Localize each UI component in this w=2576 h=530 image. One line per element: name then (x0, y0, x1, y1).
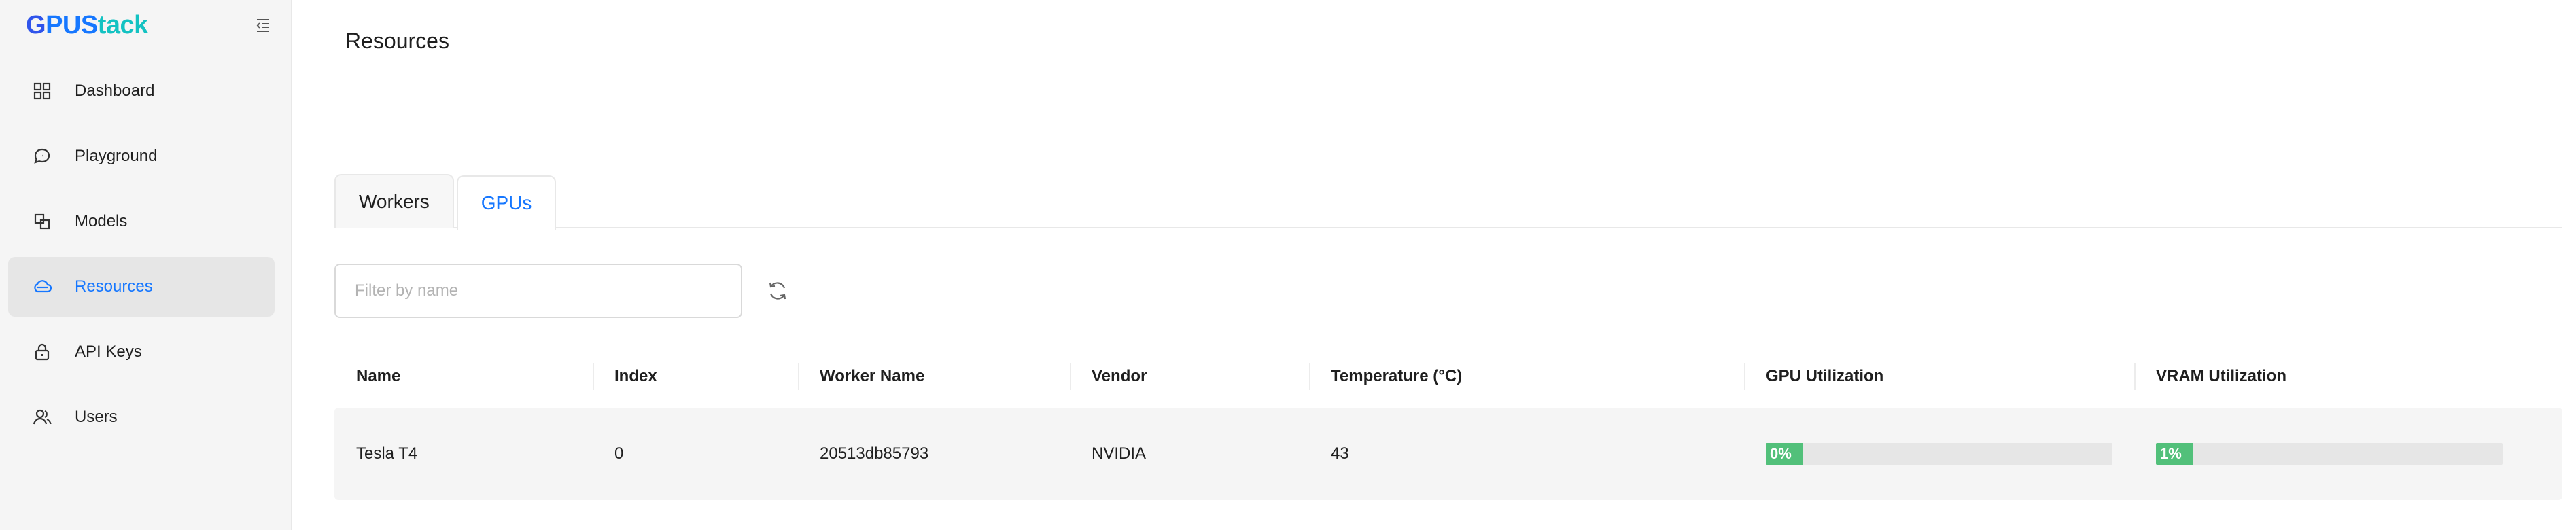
cell-name: Tesla T4 (356, 444, 418, 463)
gpu-table: Name Index Worker Name Vendor Temperatur… (334, 347, 2562, 500)
gpu-utilization-bar: 0% (1766, 443, 2112, 465)
filter-by-name-input[interactable] (334, 264, 742, 318)
sidebar-item-label: Dashboard (75, 82, 155, 100)
cell-vendor: NVIDIA (1092, 444, 1147, 463)
sidebar-item-label: Users (75, 408, 118, 426)
gpustack-logo[interactable]: GPUStack (26, 11, 148, 40)
sidebar-item-resources[interactable]: Resources (8, 257, 275, 317)
sidebar: GPUStack Dashboard Playground Models Res… (0, 0, 292, 530)
chat-icon (31, 145, 53, 167)
sidebar-item-label: API Keys (75, 342, 142, 361)
dashboard-icon (31, 80, 53, 102)
sidebar-item-label: Resources (75, 277, 153, 296)
users-icon (31, 406, 53, 428)
sidebar-item-api-keys[interactable]: API Keys (8, 322, 275, 382)
cell-temperature: 43 (1331, 444, 1349, 463)
collapse-menu-icon[interactable] (253, 15, 273, 35)
lock-icon (31, 341, 53, 363)
column-header-vram-utilization: VRAM Utilization (2134, 347, 2562, 406)
cell-gpu-utilization: 0% (1744, 408, 2134, 500)
sidebar-item-playground[interactable]: Playground (8, 126, 275, 186)
table-header: Name Index Worker Name Vendor Temperatur… (334, 347, 2562, 406)
sidebar-item-dashboard[interactable]: Dashboard (8, 61, 275, 121)
models-icon (31, 211, 53, 232)
cloud-icon (31, 276, 53, 298)
cell-index: 0 (614, 444, 624, 463)
column-header-temperature: Temperature (°C) (1309, 347, 1744, 406)
tab-bar: Workers GPUs (334, 174, 2562, 230)
sidebar-item-users[interactable]: Users (8, 387, 275, 447)
gpu-utilization-text: 0% (1770, 445, 1792, 462)
cell-worker-name: 20513db85793 (820, 444, 929, 463)
refresh-icon[interactable] (764, 277, 791, 304)
column-header-worker-name: Worker Name (798, 347, 1070, 406)
sidebar-item-models[interactable]: Models (8, 192, 275, 251)
column-header-name: Name (356, 367, 401, 385)
sidebar-item-label: Playground (75, 147, 158, 165)
vram-utilization-bar: 1% (2156, 443, 2503, 465)
tab-gpus[interactable]: GPUs (456, 175, 557, 230)
main-content: Resources Workers GPUs Name Index Worker… (294, 0, 2576, 530)
column-header-index: Index (593, 347, 798, 406)
cell-vram-utilization: 1% (2134, 408, 2562, 500)
column-header-gpu-utilization: GPU Utilization (1744, 347, 2134, 406)
page-title: Resources (345, 29, 449, 53)
column-header-vendor: Vendor (1070, 347, 1309, 406)
sidebar-nav: Dashboard Playground Models Resources AP… (8, 61, 275, 453)
vram-utilization-text: 1% (2160, 445, 2182, 462)
table-row[interactable]: Tesla T4 0 20513db85793 NVIDIA 43 0% 1% (334, 408, 2562, 500)
tab-workers[interactable]: Workers (334, 174, 454, 228)
sidebar-item-label: Models (75, 212, 128, 230)
